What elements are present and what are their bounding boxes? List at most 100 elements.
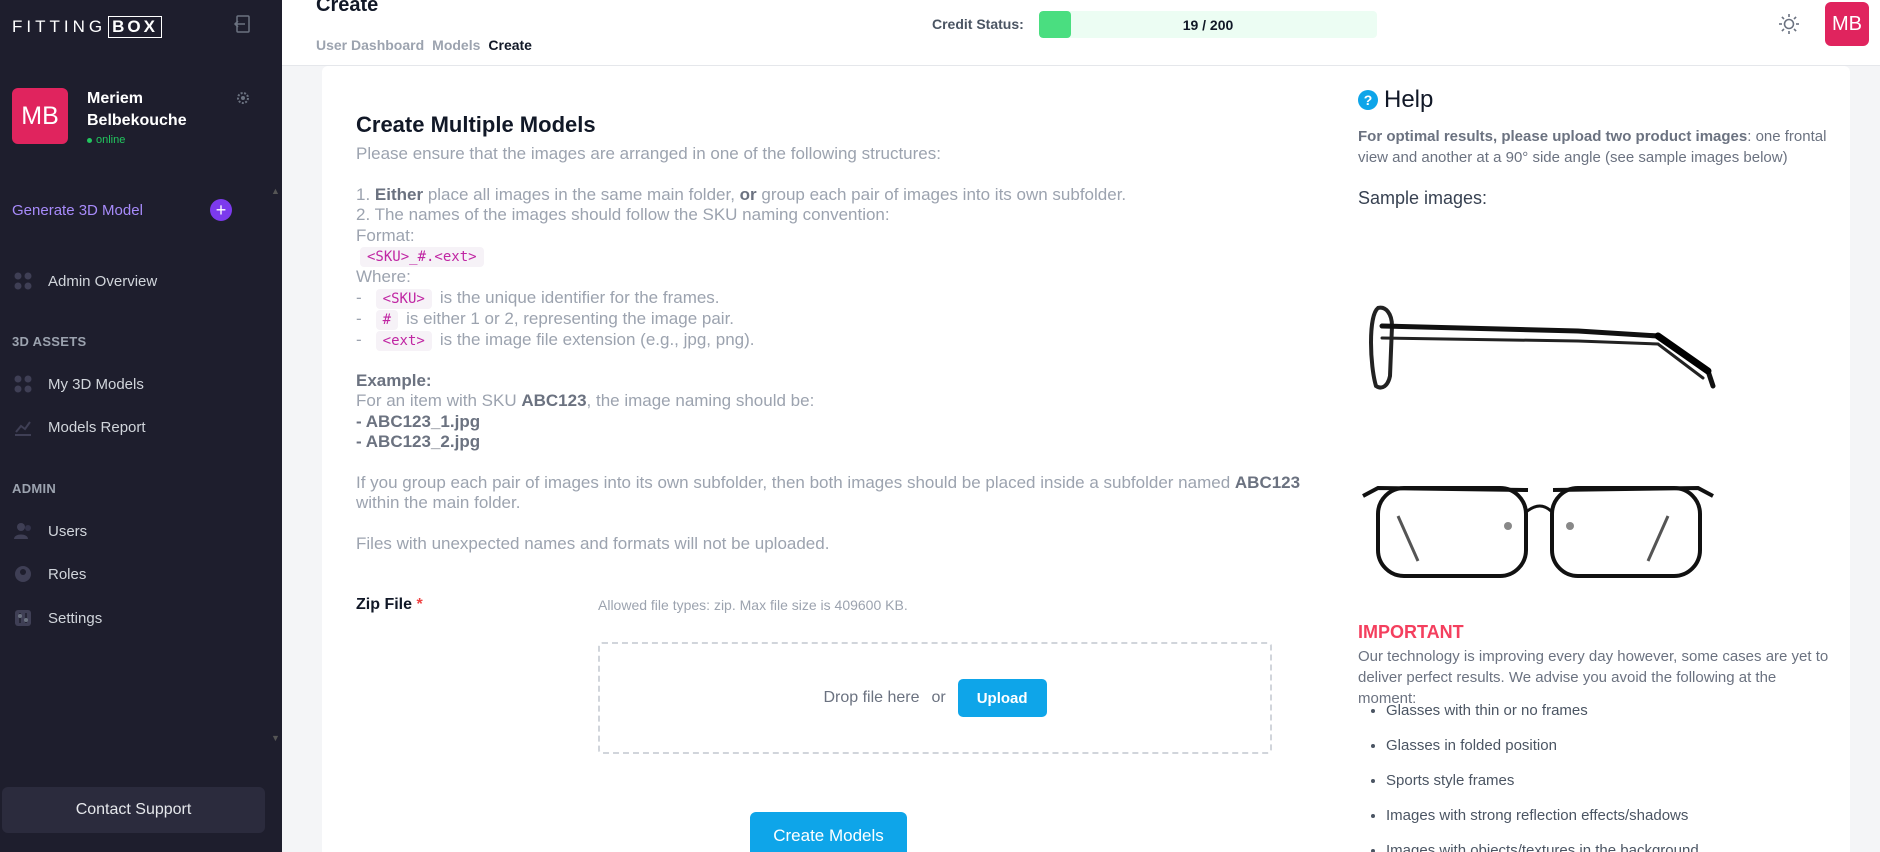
rule-1-either: Either (374, 184, 424, 204)
credit-count: 19 / 200 (1182, 16, 1234, 33)
example-dash: - (356, 411, 366, 431)
where-dash: - (356, 308, 362, 328)
format-label: Format: (356, 225, 415, 245)
nav-label: Users (48, 522, 88, 540)
nav-label: Roles (48, 565, 87, 583)
credit-status-label: Credit Status: (932, 16, 1024, 32)
list-item: Sports style frames (1386, 770, 1836, 805)
nav-label: My 3D Models (48, 375, 144, 393)
drop-or: or (931, 689, 946, 706)
breadcrumb-user-dashboard[interactable]: User Dashboard (316, 37, 424, 53)
nav-label: Admin Overview (48, 272, 158, 290)
role-icon (12, 563, 34, 585)
breadcrumb: User Dashboard Models Create (316, 37, 532, 53)
grid-icon (12, 373, 34, 395)
avoid-list: Glasses with thin or no frames Glasses i… (1386, 700, 1836, 852)
instructions: Create Multiple Models Please ensure tha… (356, 112, 1316, 554)
contact-support-button[interactable]: Contact Support (2, 787, 265, 833)
zip-label-text: Zip File (356, 596, 412, 613)
help-intro: For optimal results, please upload two p… (1358, 126, 1838, 168)
users-icon (12, 520, 34, 542)
sidebar-item-settings[interactable]: Settings (12, 605, 262, 631)
rule-1-or: or (739, 184, 757, 204)
logo-box: BOX (108, 16, 162, 38)
example-file-name: ABC123_2.jpg (365, 432, 481, 451)
sidebar-item-roles[interactable]: Roles (12, 561, 262, 587)
sidebar: FITTING BOX MB Meriem Belbekouche online… (0, 0, 282, 852)
chart-icon (12, 416, 34, 438)
collapse-sidebar-icon[interactable] (232, 13, 254, 35)
list-item: Images with strong reflection effects/sh… (1386, 805, 1836, 840)
logo-text: FITTING (12, 17, 107, 36)
file-dropzone[interactable]: Drop file here or Upload (598, 642, 1272, 754)
section-3d-assets: 3D ASSETS (12, 334, 87, 349)
help-panel: ? Help For optimal results, please uploa… (1358, 86, 1838, 852)
where-text: is the unique identifier for the frames. (439, 287, 720, 307)
subfolder-note: If you group each pair of images into it… (356, 473, 1316, 514)
format-line: <SKU>_#.<ext> (356, 246, 1316, 267)
plus-icon[interactable]: + (210, 199, 232, 221)
where-label: Where: (356, 267, 411, 286)
intro-line: Please ensure that the images are arrang… (356, 144, 941, 163)
user-name: Meriem Belbekouche (87, 90, 187, 129)
glasses-side-view-image (1369, 305, 1716, 390)
upload-button[interactable]: Upload (957, 679, 1047, 717)
list-item: Glasses in folded position (1386, 735, 1836, 770)
section-admin: ADMIN (12, 481, 57, 496)
breadcrumb-models[interactable]: Models (432, 37, 480, 53)
user-avatar-button[interactable]: MB (1825, 2, 1869, 46)
sidebar-item-users[interactable]: Users (12, 518, 262, 544)
where-dash: - (356, 329, 362, 349)
generate-3d-model-button[interactable]: Generate 3D Model + (12, 198, 232, 222)
warning-text: Files with unexpected names and formats … (356, 533, 830, 553)
rule-2: 2. The names of the images should follow… (356, 205, 890, 224)
format-code: <SKU>_#.<ext> (360, 247, 484, 267)
zip-file-hint: Allowed file types: zip. Max file size i… (598, 597, 908, 613)
example-line: For an item with SKU ABC123, the image n… (356, 391, 1316, 412)
example-post: , the image naming should be: (586, 391, 815, 410)
subfolder-post: within the main folder. (356, 493, 521, 512)
sidebar-item-my-3d-models[interactable]: My 3D Models (12, 371, 262, 397)
important-heading: IMPORTANT (1358, 622, 1464, 642)
create-models-card: Create Multiple Models Please ensure tha… (322, 66, 1850, 852)
section-heading: Create Multiple Models (356, 112, 596, 137)
help-intro-bold: For optimal results, please upload two p… (1358, 128, 1748, 145)
grid-icon (12, 270, 34, 292)
where-dash: - (356, 287, 362, 307)
example-file-1: - ABC123_1.jpg (356, 412, 1316, 433)
rule-1-post: group each pair of images into its own s… (756, 184, 1127, 204)
rule-1: 1. Either place all images in the same m… (356, 185, 1316, 206)
nav-label: Settings (48, 609, 103, 627)
avatar[interactable]: MB (12, 88, 68, 144)
instructions-text: Please ensure that the images are arrang… (356, 144, 1316, 554)
example-dash: - (356, 432, 366, 451)
gear-icon[interactable] (235, 90, 251, 106)
zip-file-label: Zip File * (356, 596, 423, 614)
scroll-down-arrow[interactable]: ▼ (271, 733, 280, 743)
rule-1-num: 1. (356, 184, 375, 204)
example-label-text: Example: (356, 370, 432, 390)
sidebar-item-models-report[interactable]: Models Report (12, 414, 262, 440)
sku-code: <SKU> (375, 288, 432, 309)
example-file-name: ABC123_1.jpg (365, 411, 481, 431)
subfolder-pre: If you group each pair of images into it… (356, 472, 1235, 492)
example-sku: ABC123 (521, 391, 587, 410)
sun-icon[interactable] (1777, 12, 1801, 36)
top-header: Create User Dashboard Models Create Cred… (282, 0, 1880, 66)
user-status: online (87, 134, 125, 146)
hash-code: # (375, 309, 399, 330)
rule-1-mid: place all images in the same main folder… (423, 184, 740, 204)
glasses-front-view-image (1362, 485, 1714, 578)
credit-progress-bar: 19 / 200 (1039, 11, 1377, 38)
create-models-button[interactable]: Create Models (750, 812, 907, 852)
sliders-icon (12, 607, 34, 629)
scroll-up-arrow[interactable]: ▲ (271, 186, 280, 196)
subfolder-name: ABC123 (1234, 472, 1301, 492)
sidebar-item-admin-overview[interactable]: Admin Overview (12, 268, 262, 294)
list-item: Glasses with thin or no frames (1386, 700, 1836, 735)
fittingbox-logo[interactable]: FITTING BOX (12, 14, 162, 40)
ext-code: <ext> (375, 330, 432, 351)
drop-text: Drop file here (823, 689, 920, 706)
nav-label: Models Report (48, 418, 146, 436)
question-icon: ? (1358, 90, 1378, 110)
